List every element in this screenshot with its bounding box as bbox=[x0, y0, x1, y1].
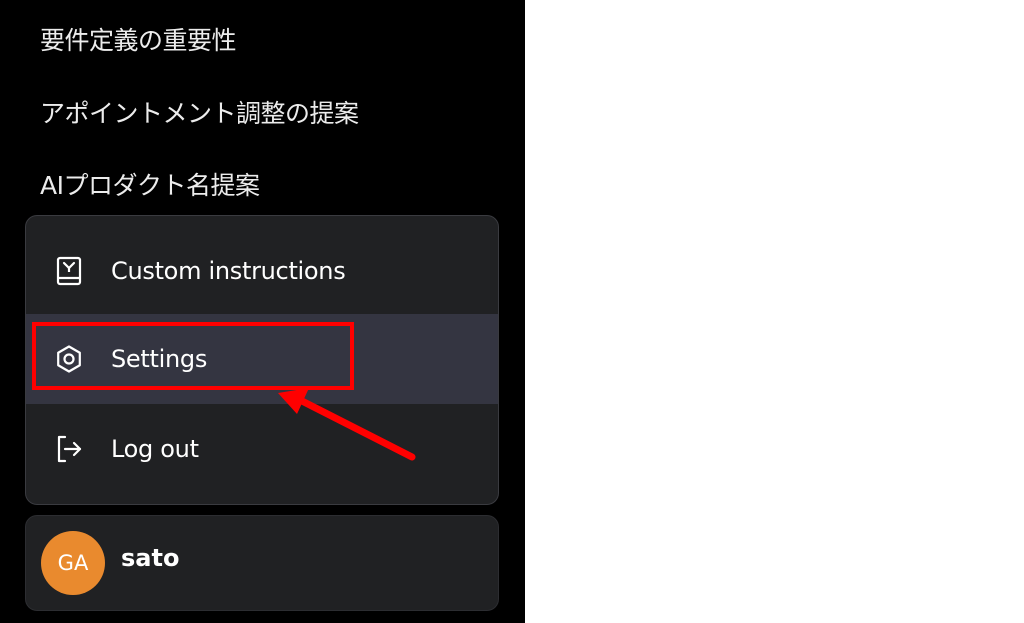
logout-icon bbox=[52, 432, 86, 466]
menu-item-custom-instructions[interactable]: Custom instructions bbox=[26, 226, 498, 316]
gear-icon bbox=[52, 342, 86, 376]
menu-item-settings[interactable]: Settings bbox=[26, 314, 498, 404]
history-item-requirements[interactable]: 要件定義の重要性 bbox=[40, 15, 237, 63]
logout-label: Log out bbox=[111, 435, 199, 463]
custom-instructions-label: Custom instructions bbox=[111, 257, 346, 285]
user-menu: Custom instructions Settings Log out bbox=[25, 215, 499, 505]
history-item-ai-product[interactable]: AIプロダクト名提案 bbox=[40, 160, 260, 208]
sidebar: 要件定義の重要性 アポイントメント調整の提案 AIプロダクト名提案 Custom… bbox=[0, 0, 525, 623]
user-name: sato bbox=[121, 544, 180, 572]
settings-label: Settings bbox=[111, 345, 208, 373]
history-item-appointment[interactable]: アポイントメント調整の提案 bbox=[40, 88, 359, 136]
avatar: GA bbox=[41, 531, 105, 595]
instructions-icon bbox=[52, 254, 86, 288]
user-profile-button[interactable]: GA sato bbox=[25, 515, 499, 611]
menu-item-logout[interactable]: Log out bbox=[26, 404, 498, 494]
